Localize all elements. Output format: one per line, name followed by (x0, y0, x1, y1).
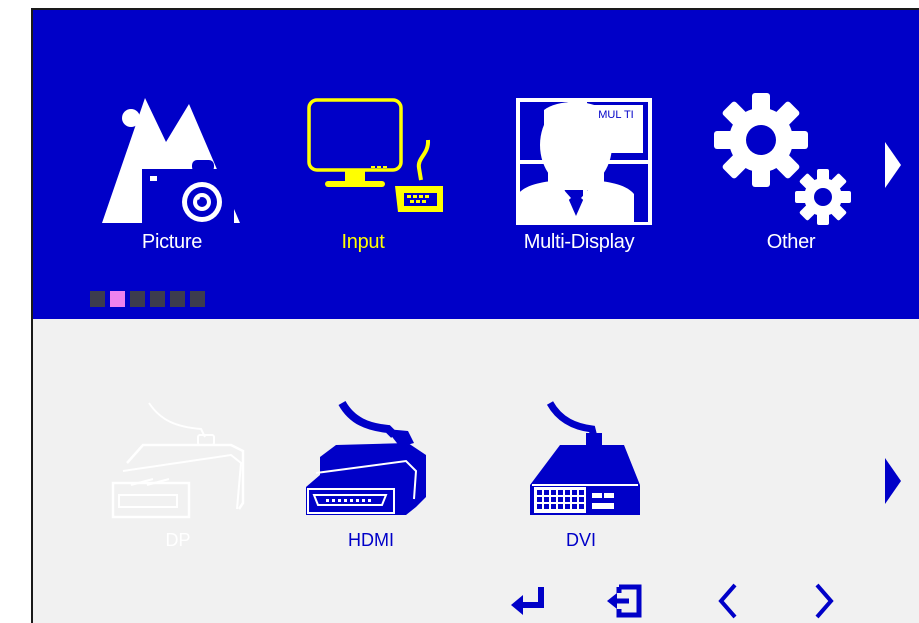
menu-label-picture: Picture (141, 231, 203, 253)
page-dot (190, 291, 205, 307)
input-source-panel: DP HDMI DVI (33, 319, 919, 623)
input-label-hdmi: HDMI (348, 530, 394, 550)
enter-icon[interactable] (509, 581, 549, 621)
menu-item-multi-display[interactable]: MUL TI Multi-Display (499, 90, 659, 260)
exit-icon[interactable] (605, 581, 645, 621)
input-label-dvi: DVI (565, 530, 596, 550)
input-item-dvi[interactable]: DVI (506, 399, 656, 559)
page-dot (130, 291, 145, 307)
hdmi-connector-icon (306, 400, 426, 515)
input-item-hdmi[interactable]: HDMI (296, 399, 446, 559)
menu-item-picture[interactable]: Picture (92, 90, 252, 260)
menu-label-other: Other (766, 231, 816, 253)
page-dot (150, 291, 165, 307)
page-indicator (90, 291, 205, 307)
menu-label-multi-display: Multi-Display (523, 231, 635, 253)
page-dot-active (110, 291, 125, 307)
menu-label-input: Input (341, 231, 385, 253)
displayport-connector-icon (111, 402, 245, 519)
chevron-right-icon[interactable] (803, 581, 843, 621)
menu-item-other[interactable]: Other (711, 90, 871, 260)
multi-badge: MUL TI (598, 109, 634, 121)
dvi-connector-icon (530, 401, 640, 515)
input-next-arrow-icon[interactable] (883, 456, 903, 506)
main-menu-panel: Picture Input MUL TI Multi-Display Other (33, 10, 919, 319)
chevron-left-icon[interactable] (709, 581, 749, 621)
page-dot (90, 291, 105, 307)
osd-menu: Picture Input MUL TI Multi-Display Other… (31, 8, 919, 623)
gear-icon (714, 93, 851, 225)
menu-next-arrow-icon[interactable] (883, 140, 903, 190)
input-icon (307, 98, 443, 212)
picture-icon (102, 98, 240, 225)
menu-item-input[interactable]: Input (283, 90, 443, 260)
input-item-dp[interactable]: DP (103, 399, 253, 559)
page-dot (170, 291, 185, 307)
input-label-dp: DP (165, 530, 191, 550)
